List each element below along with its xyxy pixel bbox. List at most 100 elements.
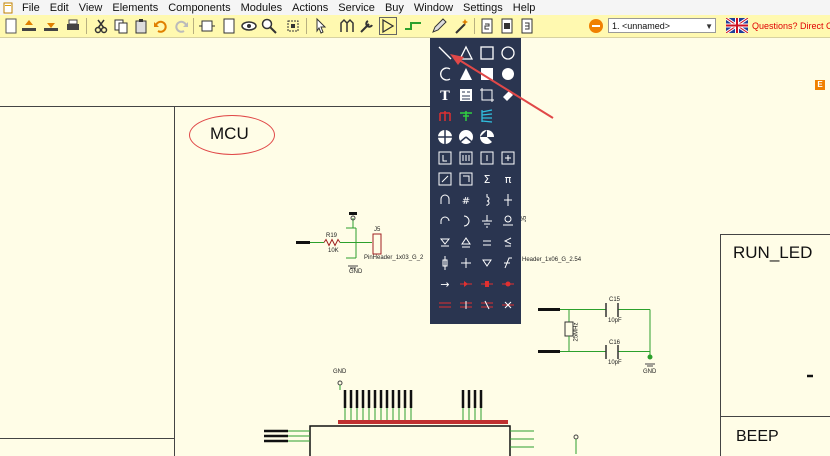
bus-tool[interactable] [478,107,496,125]
antenna-green-tool[interactable] [457,107,475,125]
cut-icon[interactable] [92,17,110,35]
shop-icon[interactable] [587,17,605,35]
bracket-tool[interactable] [457,212,475,230]
symbol-box-tool[interactable] [457,149,475,167]
arc-symbol-tool[interactable] [436,191,454,209]
red-connector-tool[interactable] [457,275,475,293]
draw-shapes-icon[interactable] [379,17,397,35]
menu-buy[interactable]: Buy [380,2,409,14]
red-bus-tool[interactable] [457,296,475,314]
symbol-box-tool[interactable] [478,149,496,167]
wire-icon[interactable] [404,17,422,35]
pin-tool[interactable] [499,191,517,209]
new-file-icon[interactable] [2,17,20,35]
schematic-canvas[interactable]: MCU RUN_LED BEEP E R19 10K J5 PinHeader_… [0,38,830,456]
textbox-tool[interactable] [457,86,475,104]
hash-tool[interactable]: # [457,191,475,209]
red-bus-tool[interactable] [499,296,517,314]
menu-settings[interactable]: Settings [458,2,508,14]
copy-icon[interactable] [112,17,130,35]
line-tool[interactable] [436,44,454,62]
red-connector-tool[interactable] [499,275,517,293]
arrow-tool[interactable]: → [436,275,454,293]
coil-tool[interactable] [478,191,496,209]
red-bus-tool[interactable] [436,296,454,314]
drawing-tools-palette: T Σ π # → [430,38,521,324]
quadrant-tool[interactable] [478,128,496,146]
pointer-icon[interactable] [312,17,330,35]
antenna-red-tool[interactable] [436,107,454,125]
circle-outline-tool[interactable] [499,44,517,62]
down-triangle-tool[interactable] [478,254,496,272]
redo-icon[interactable] [172,17,190,35]
arc-tool[interactable] [436,65,454,83]
symbol-box-tool[interactable] [436,149,454,167]
symbol-box-tool[interactable] [457,170,475,188]
crosshair-tool[interactable] [436,128,454,146]
undo-icon[interactable] [152,17,170,35]
sigma-glyph: Σ [484,173,491,186]
menu-components[interactable]: Components [163,2,235,14]
document-icon[interactable] [220,17,238,35]
pencil-icon[interactable] [430,17,448,35]
tools-icon[interactable] [358,17,376,35]
menu-help[interactable]: Help [508,2,541,14]
arrow-glyph: → [440,278,449,291]
component-icon[interactable] [198,17,216,35]
integrator-tool[interactable] [499,254,517,272]
source-tool[interactable] [457,254,475,272]
rectangle-outline-tool[interactable] [478,44,496,62]
up-triangle-tool[interactable] [457,233,475,251]
sigma-tool[interactable]: Σ [478,170,496,188]
eraser-tool[interactable] [499,86,517,104]
sheet-select[interactable]: 1. <unnamed> ▼ [608,18,716,33]
pie-tool[interactable] [457,128,475,146]
eye-icon[interactable] [240,17,258,35]
toolbar-separator [86,18,87,34]
menu-file[interactable]: File [17,2,45,14]
crystal-circuit [538,303,655,367]
ground-tool[interactable] [478,212,496,230]
menu-actions[interactable]: Actions [287,2,333,14]
magic-wand-icon[interactable] [452,17,470,35]
red-connector-tool[interactable] [478,275,496,293]
rectangle-filled-tool[interactable] [478,65,496,83]
uk-flag-icon[interactable] [726,18,748,33]
parts-icon[interactable] [338,17,356,35]
symbol-box-tool[interactable] [499,149,517,167]
menu-window[interactable]: Window [409,2,458,14]
double-line-tool[interactable] [478,233,496,251]
triangle-outline-tool[interactable] [457,44,475,62]
menu-edit[interactable]: Edit [45,2,74,14]
curve-tool[interactable] [436,212,454,230]
fuse-tool[interactable] [436,254,454,272]
menu-view[interactable]: View [74,2,108,14]
page-view-icon[interactable] [498,17,516,35]
menu-service[interactable]: Service [333,2,380,14]
triangle-filled-tool[interactable] [457,65,475,83]
text-tool[interactable]: T [436,86,454,104]
menu-elements[interactable]: Elements [107,2,163,14]
hash-glyph: # [462,196,470,207]
c15-value: 10pF [608,318,622,324]
gnd-label: GND [349,269,363,275]
fit-view-icon[interactable] [284,17,302,35]
save-icon[interactable] [42,17,60,35]
open-icon[interactable] [20,17,38,35]
paste-icon[interactable] [132,17,150,35]
pi-tool[interactable]: π [499,170,517,188]
questions-link[interactable]: Questions? Direct Co [752,21,830,31]
print-icon[interactable] [64,17,82,35]
less-equal-tool[interactable] [499,233,517,251]
text-tool-glyph: T [440,89,450,104]
page-3-icon[interactable] [518,17,536,35]
red-bus-tool[interactable] [478,296,496,314]
diode-tool[interactable] [436,233,454,251]
circle-filled-tool[interactable] [499,65,517,83]
symbol-box-tool[interactable] [436,170,454,188]
menu-modules[interactable]: Modules [236,2,288,14]
page-2-icon[interactable] [478,17,496,35]
ground-circle-tool[interactable] [499,212,517,230]
frame-tool[interactable] [478,86,496,104]
zoom-icon[interactable] [260,17,278,35]
